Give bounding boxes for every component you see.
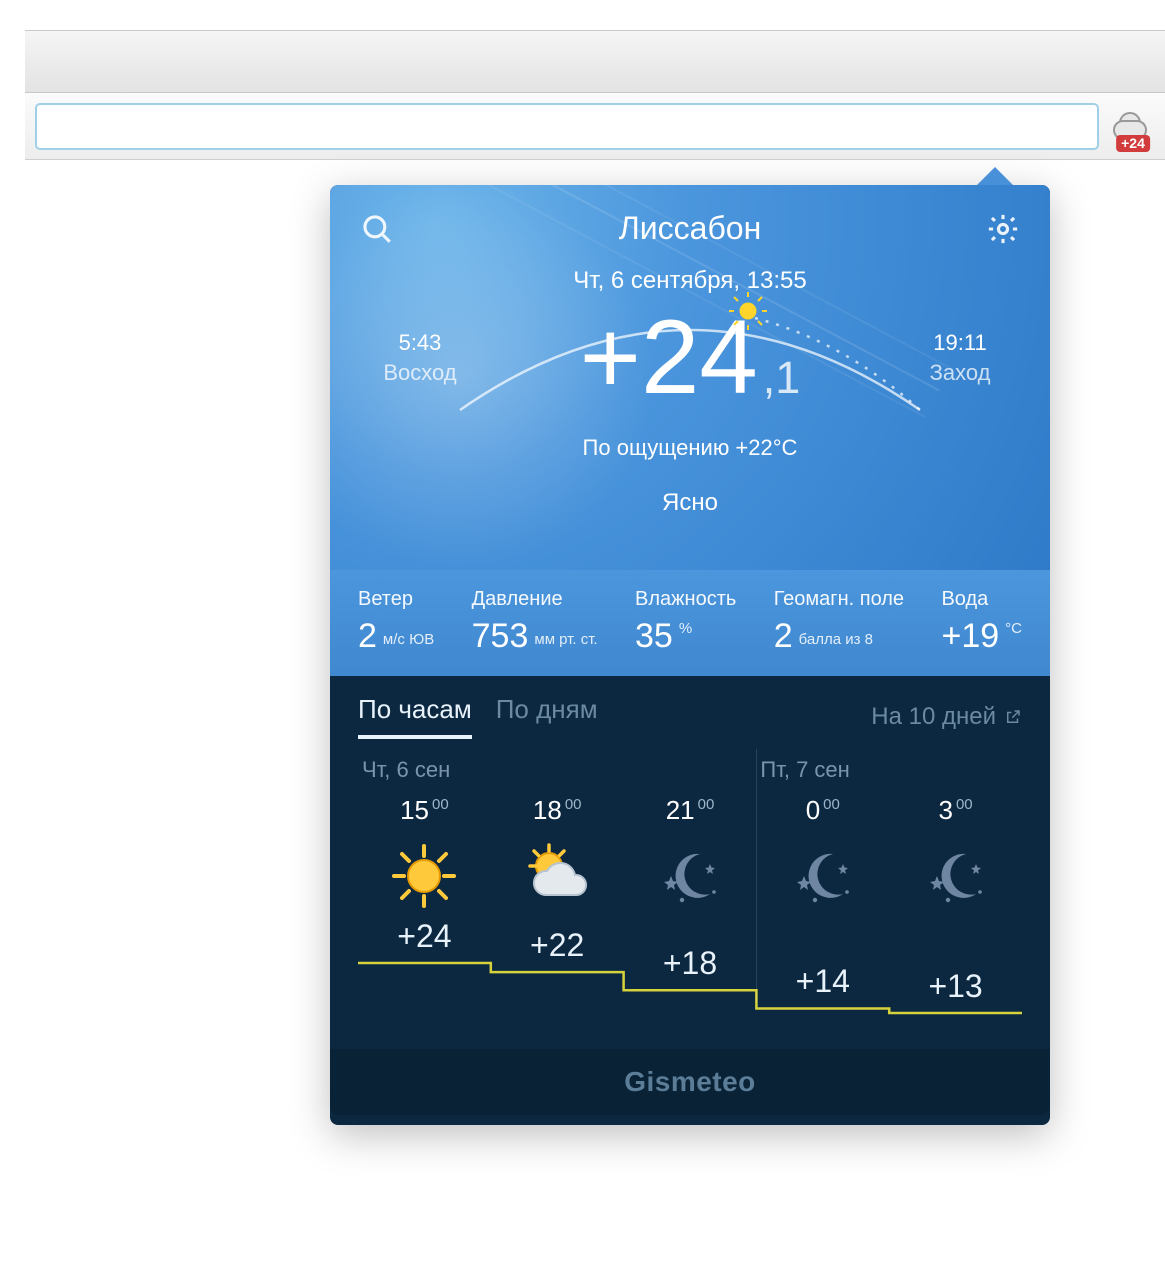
browser-toolbar: +24 bbox=[25, 93, 1165, 160]
weather-extension-button[interactable]: +24 bbox=[1109, 102, 1157, 150]
metric-wind-value: 2 bbox=[358, 617, 377, 656]
metric-water-unit: °C bbox=[1005, 620, 1022, 637]
metric-water: Вода +19 °C bbox=[941, 588, 1022, 656]
search-icon[interactable] bbox=[360, 212, 394, 246]
forecast-cell: 300 +13 bbox=[889, 757, 1022, 1049]
sunset-time: 19:11 bbox=[900, 328, 1020, 358]
forecast-day-label: Пт, 7 сен bbox=[760, 757, 849, 783]
external-link-icon bbox=[1004, 708, 1022, 726]
suncloud-icon bbox=[521, 840, 593, 912]
feels-like: По ощущению +22°C bbox=[360, 435, 1020, 461]
weather-popup: Лиссабон Чт, 6 сентября, 13:55 bbox=[330, 185, 1050, 1125]
metric-wind-unit: м/с ЮВ bbox=[383, 631, 434, 648]
forecast-temp: +18 bbox=[663, 945, 717, 982]
metric-wind: Ветер 2 м/с ЮВ bbox=[358, 588, 434, 656]
sunrise-block: 5:43 Восход bbox=[360, 328, 480, 387]
metric-geo-label: Геомагн. поле bbox=[774, 588, 904, 611]
browser-tabbar bbox=[25, 30, 1165, 93]
temp-decimal: ,1 bbox=[763, 352, 801, 404]
forecast-cell: 2100 +18 bbox=[624, 757, 757, 1049]
forecast-temp: +24 bbox=[397, 918, 451, 955]
metric-geo-value: 2 bbox=[774, 617, 793, 656]
forecast-cell: Пт, 7 сен 000 +14 bbox=[756, 757, 889, 1049]
metric-pressure: Давление 753 мм рт. ст. bbox=[472, 588, 598, 656]
forecast-tabs: По часам По дням На 10 дней bbox=[330, 676, 1050, 739]
forecast-temp: +22 bbox=[530, 927, 584, 964]
temp-integer: +24 bbox=[580, 305, 758, 410]
metric-humidity-unit: % bbox=[679, 620, 692, 637]
condition: Ясно bbox=[360, 489, 1020, 517]
metric-humidity-value: 35 bbox=[635, 617, 673, 656]
forecast-temp: +13 bbox=[928, 968, 982, 1005]
metric-humidity: Влажность 35% bbox=[635, 588, 736, 656]
forecast-cell: Чт, 6 сен 1500 +24 bbox=[358, 757, 491, 1049]
metrics-bar: Ветер 2 м/с ЮВ Давление 753 мм рт. ст. Вла… bbox=[330, 570, 1050, 676]
metric-pressure-label: Давление bbox=[472, 588, 598, 611]
link-10-days-label: На 10 дней bbox=[871, 703, 996, 731]
moon-icon bbox=[787, 840, 859, 912]
address-bar[interactable] bbox=[35, 103, 1099, 150]
metric-geo: Геомагн. поле 2 балла из 8 bbox=[774, 588, 904, 656]
metric-geo-unit: балла из 8 bbox=[799, 631, 873, 648]
current-datetime: Чт, 6 сентября, 13:55 bbox=[360, 267, 1020, 295]
popup-footer: Gismeteo bbox=[330, 1049, 1050, 1115]
metric-pressure-unit: мм рт. ст. bbox=[534, 631, 597, 648]
sunrise-label: Восход bbox=[360, 358, 480, 388]
forecast-hour: 2100 bbox=[666, 795, 715, 826]
brand-logo[interactable]: Gismeteo bbox=[624, 1066, 756, 1098]
current-temperature: +24 ,1 bbox=[580, 305, 801, 410]
metric-water-value: +19 bbox=[941, 617, 999, 656]
tab-daily[interactable]: По дням bbox=[496, 694, 598, 739]
city-name: Лиссабон bbox=[619, 210, 761, 247]
popup-arrow bbox=[975, 167, 1015, 187]
sun-icon bbox=[388, 840, 460, 912]
metric-humidity-label: Влажность bbox=[635, 588, 736, 611]
sunset-label: Заход bbox=[900, 358, 1020, 388]
moon-icon bbox=[920, 840, 992, 912]
sunset-block: 19:11 Заход bbox=[900, 328, 1020, 387]
forecast-hour: 1800 bbox=[533, 795, 582, 826]
metric-water-label: Вода bbox=[941, 588, 1022, 611]
forecast-hour: 000 bbox=[806, 795, 840, 826]
metric-pressure-value: 753 bbox=[472, 617, 529, 656]
forecast-cell: 1800 +22 bbox=[491, 757, 624, 1049]
weather-header: Лиссабон Чт, 6 сентября, 13:55 bbox=[330, 185, 1050, 570]
forecast-day-label: Чт, 6 сен bbox=[362, 757, 450, 783]
forecast-temp: +14 bbox=[796, 963, 850, 1000]
forecast-panel: По часам По дням На 10 дней Чт, 6 сен 150… bbox=[330, 676, 1050, 1115]
tab-hourly[interactable]: По часам bbox=[358, 694, 472, 739]
sunrise-time: 5:43 bbox=[360, 328, 480, 358]
link-10-days[interactable]: На 10 дней bbox=[871, 703, 1022, 731]
browser-chrome: +24 bbox=[25, 30, 1165, 160]
hourly-forecast[interactable]: Чт, 6 сен 1500 +24 1800 +22 2100 +18 Пт, 7 сен 0… bbox=[330, 739, 1050, 1049]
forecast-hour: 300 bbox=[939, 795, 973, 826]
weather-extension-badge: +24 bbox=[1116, 135, 1150, 152]
metric-wind-label: Ветер bbox=[358, 588, 434, 611]
gear-icon[interactable] bbox=[986, 212, 1020, 246]
forecast-hour: 1500 bbox=[400, 795, 449, 826]
moon-icon bbox=[654, 840, 726, 912]
